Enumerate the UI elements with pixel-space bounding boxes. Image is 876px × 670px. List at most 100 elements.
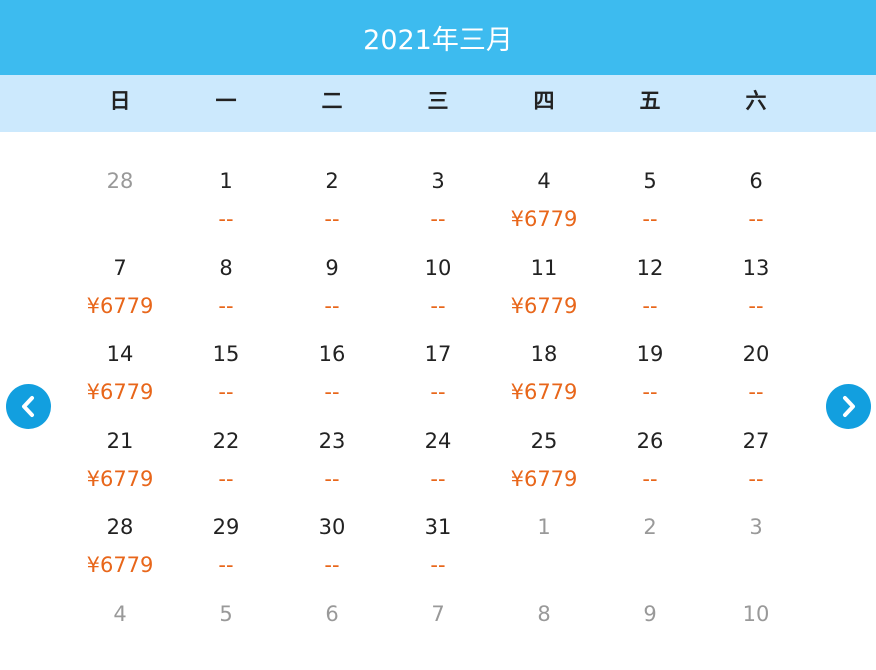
day-cell[interactable]: 12 --	[597, 237, 703, 324]
day-cell[interactable]: 2	[597, 496, 703, 583]
day-cell[interactable]: 15 --	[173, 323, 279, 410]
day-price	[597, 639, 703, 666]
day-cell[interactable]: 3	[703, 496, 809, 583]
day-price: ¥6779	[86, 293, 154, 318]
day-price	[279, 639, 385, 666]
day-cell[interactable]: 6 --	[703, 150, 809, 237]
day-number: 29	[212, 515, 240, 540]
weekday-row: 日一二三四五六	[0, 75, 876, 132]
weekday-label: 六	[745, 89, 767, 113]
day-cell[interactable]: 1	[491, 496, 597, 583]
month-title: 2021年三月	[363, 25, 513, 56]
day-number: 24	[424, 428, 452, 453]
day-cell[interactable]: 21 ¥6779	[67, 410, 173, 497]
day-number: 3	[431, 169, 445, 193]
day-number: 17	[424, 342, 452, 367]
day-cell[interactable]: 6	[279, 583, 385, 670]
day-price: --	[748, 207, 764, 231]
calendar-header: 2021年三月	[0, 0, 876, 75]
day-price: --	[218, 466, 234, 491]
day-price	[597, 552, 703, 579]
day-price	[67, 206, 173, 233]
day-cell[interactable]: 7 ¥6779	[67, 237, 173, 324]
day-cell[interactable]: 4 ¥6779	[491, 150, 597, 237]
day-cell[interactable]: 20 --	[703, 323, 809, 410]
day-cell[interactable]: 19 --	[597, 323, 703, 410]
day-number: 16	[318, 342, 346, 367]
day-cell[interactable]: 28	[67, 150, 173, 237]
day-price	[67, 639, 173, 666]
day-price: ¥6779	[86, 553, 154, 578]
day-number: 9	[643, 601, 657, 626]
day-cell[interactable]: 22 --	[173, 410, 279, 497]
day-cell[interactable]: 14 ¥6779	[67, 323, 173, 410]
day-price: ¥6779	[510, 466, 578, 491]
day-cell[interactable]: 10	[703, 583, 809, 670]
day-cell[interactable]: 11 ¥6779	[491, 237, 597, 324]
day-cell[interactable]: 13 --	[703, 237, 809, 324]
day-cell[interactable]: 26 --	[597, 410, 703, 497]
day-cell[interactable]: 28 ¥6779	[67, 496, 173, 583]
day-number: 15	[212, 342, 240, 367]
day-price: --	[324, 207, 340, 231]
day-cell[interactable]: 30 --	[279, 496, 385, 583]
day-price	[385, 639, 491, 666]
day-number: 1	[219, 169, 233, 193]
day-price: ¥6779	[510, 293, 578, 318]
day-price: --	[430, 466, 446, 491]
next-month-button[interactable]	[826, 384, 871, 429]
day-number: 23	[318, 428, 346, 453]
day-number: 6	[749, 169, 763, 193]
day-cell[interactable]: 9 --	[279, 237, 385, 324]
day-number: 8	[537, 601, 551, 626]
day-number: 4	[113, 601, 127, 626]
day-cell[interactable]: 8	[491, 583, 597, 670]
day-number: 20	[742, 342, 770, 367]
day-cell[interactable]: 3 --	[385, 150, 491, 237]
day-price: --	[748, 380, 764, 405]
day-number: 9	[325, 255, 339, 280]
calendar-grid: 28 1 -- 2 -- 3 -- 4 ¥6779 5 -- 6 -- 7 ¥6779 8 -- 9 -- 10 -- 1…	[67, 150, 809, 670]
day-price: --	[748, 466, 764, 491]
day-cell[interactable]: 27 --	[703, 410, 809, 497]
chevron-left-icon	[22, 396, 34, 417]
day-cell[interactable]: 2 --	[279, 150, 385, 237]
day-number: 28	[106, 515, 134, 540]
day-price: --	[430, 553, 446, 578]
weekday-label: 日	[109, 89, 131, 113]
day-cell[interactable]: 31 --	[385, 496, 491, 583]
day-number: 1	[537, 515, 551, 540]
day-price	[491, 639, 597, 666]
day-cell[interactable]: 16 --	[279, 323, 385, 410]
prev-month-button[interactable]	[6, 384, 51, 429]
day-number: 27	[742, 428, 770, 453]
day-cell[interactable]: 5 --	[597, 150, 703, 237]
day-cell[interactable]: 1 --	[173, 150, 279, 237]
day-number: 13	[742, 255, 770, 280]
day-number: 25	[530, 428, 558, 453]
day-cell[interactable]: 7	[385, 583, 491, 670]
day-cell[interactable]: 29 --	[173, 496, 279, 583]
weekday-label: 一	[215, 89, 237, 113]
day-cell[interactable]: 9	[597, 583, 703, 670]
day-price: --	[642, 293, 658, 318]
day-number: 14	[106, 342, 134, 367]
day-cell[interactable]: 8 --	[173, 237, 279, 324]
day-price: --	[642, 380, 658, 405]
day-cell[interactable]: 10 --	[385, 237, 491, 324]
day-cell[interactable]: 17 --	[385, 323, 491, 410]
day-cell[interactable]: 18 ¥6779	[491, 323, 597, 410]
day-cell[interactable]: 4	[67, 583, 173, 670]
day-cell[interactable]: 24 --	[385, 410, 491, 497]
day-price: ¥6779	[86, 466, 154, 491]
day-number: 19	[636, 342, 664, 367]
day-number: 26	[636, 428, 664, 453]
day-cell[interactable]: 23 --	[279, 410, 385, 497]
day-number: 5	[643, 169, 657, 193]
day-number: 28	[106, 169, 134, 193]
day-price: --	[430, 207, 446, 231]
day-price: --	[324, 553, 340, 578]
day-cell[interactable]: 5	[173, 583, 279, 670]
day-cell[interactable]: 25 ¥6779	[491, 410, 597, 497]
day-number: 7	[113, 255, 127, 280]
